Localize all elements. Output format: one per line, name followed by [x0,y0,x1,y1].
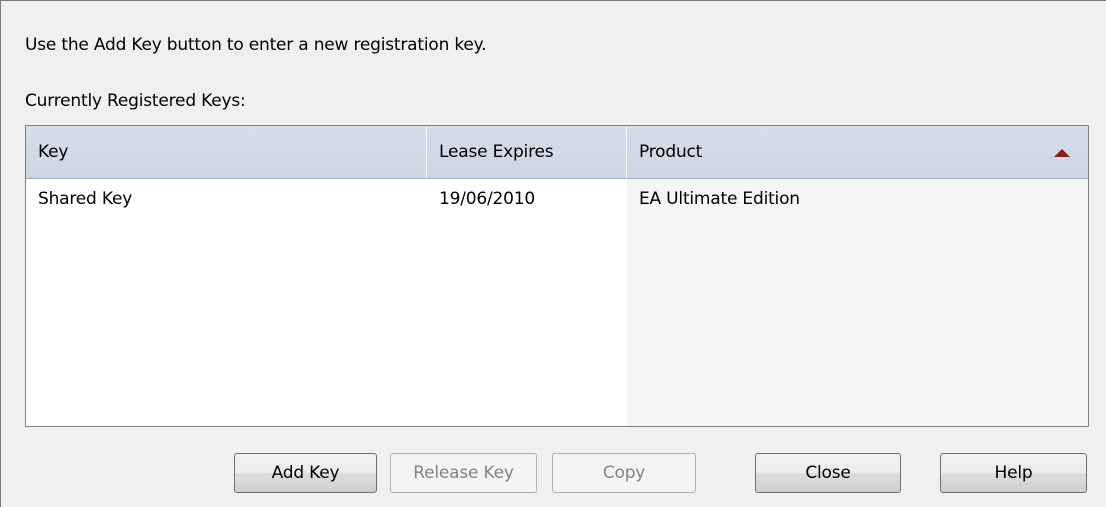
column-header-lease-expires[interactable]: Lease Expires [427,126,627,178]
help-button[interactable]: Help [940,453,1087,493]
list-header: Key Lease Expires Product [26,126,1088,179]
triangle-up-icon [1054,149,1070,157]
column-header-label: Key [38,142,69,162]
instruction-text: Use the Add Key button to enter a new re… [25,35,487,55]
registered-keys-label: Currently Registered Keys: [25,91,246,111]
cell-product: EA Ultimate Edition [639,189,800,209]
column-header-label: Lease Expires [439,142,554,162]
registered-keys-list[interactable]: Key Lease Expires Product Shared Key 19/… [25,125,1089,427]
column-header-product[interactable]: Product [627,126,1088,178]
release-key-button[interactable]: Release Key [390,453,537,493]
copy-button[interactable]: Copy [552,453,696,493]
add-key-button[interactable]: Add Key [234,453,377,493]
close-button[interactable]: Close [755,453,901,493]
table-row[interactable]: Shared Key 19/06/2010 EA Ultimate Editio… [26,184,1088,214]
registration-keys-dialog: Use the Add Key button to enter a new re… [0,0,1106,507]
cell-lease-expires: 19/06/2010 [439,189,535,209]
column-header-key[interactable]: Key [26,126,427,178]
cell-key: Shared Key [38,189,133,209]
column-header-label: Product [639,142,703,162]
